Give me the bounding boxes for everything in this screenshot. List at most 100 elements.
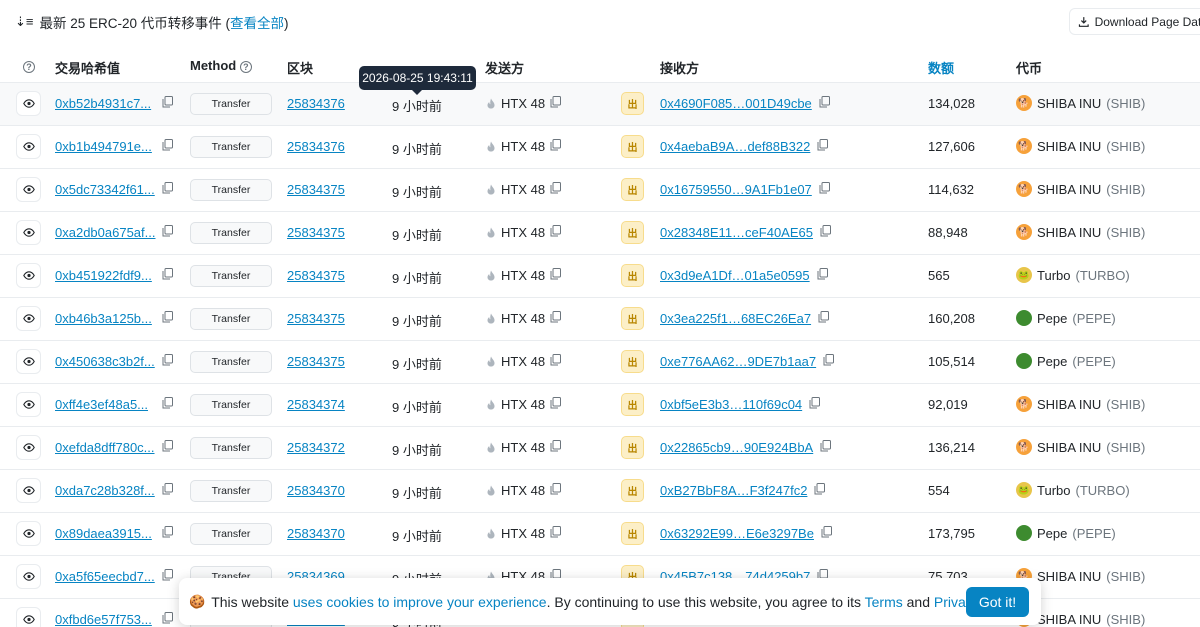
to-address-link[interactable]: 0x22865cb9…90E924BbA xyxy=(660,440,813,455)
tx-hash-link[interactable]: 0xb52b4931c7... xyxy=(55,96,151,111)
age-text[interactable]: 9 小时前 xyxy=(392,139,442,158)
view-details-icon[interactable] xyxy=(16,91,41,116)
from-address[interactable]: HTX 48 xyxy=(501,139,545,154)
from-address[interactable]: HTX 48 xyxy=(501,268,545,283)
copy-icon[interactable] xyxy=(162,225,173,237)
view-details-icon[interactable] xyxy=(16,478,41,503)
copy-icon[interactable] xyxy=(550,225,561,237)
token-link[interactable]: Pepe (PEPE) xyxy=(1016,310,1116,326)
view-details-icon[interactable] xyxy=(16,349,41,374)
from-address[interactable]: HTX 48 xyxy=(501,311,545,326)
download-page-data-button[interactable]: Download Page Data xyxy=(1069,8,1200,35)
token-link[interactable]: 🐕 SHIBA INU(SHIB) xyxy=(1016,224,1145,240)
copy-icon[interactable] xyxy=(820,440,831,452)
copy-icon[interactable] xyxy=(162,182,173,194)
copy-icon[interactable] xyxy=(162,268,173,280)
copy-icon[interactable] xyxy=(817,139,828,151)
token-link[interactable]: 🐕 SHIBA INU(SHIB) xyxy=(1016,95,1145,111)
copy-icon[interactable] xyxy=(821,526,832,538)
token-link[interactable]: 🐕 SHIBA INU(SHIB) xyxy=(1016,181,1145,197)
tx-hash-link[interactable]: 0xb1b494791e... xyxy=(55,139,152,154)
view-details-icon[interactable] xyxy=(16,134,41,159)
block-link[interactable]: 25834370 xyxy=(287,483,345,498)
view-details-icon[interactable] xyxy=(16,306,41,331)
to-address-link[interactable]: 0xe776AA62…9DE7b1aa7 xyxy=(660,354,816,369)
view-details-icon[interactable] xyxy=(16,564,41,589)
from-address[interactable]: HTX 48 xyxy=(501,526,545,541)
block-link[interactable]: 25834375 xyxy=(287,182,345,197)
age-text[interactable]: 9 小时前 xyxy=(392,311,442,330)
from-address[interactable]: HTX 48 xyxy=(501,225,545,240)
age-text[interactable]: 9 小时前 xyxy=(392,182,442,201)
view-details-icon[interactable] xyxy=(16,435,41,460)
from-address[interactable]: HTX 48 xyxy=(501,354,545,369)
copy-icon[interactable] xyxy=(550,139,561,151)
tx-hash-link[interactable]: 0xda7c28b328f... xyxy=(55,483,155,498)
tx-hash-link[interactable]: 0x450638c3b2f... xyxy=(55,354,155,369)
age-text[interactable]: 9 小时前 xyxy=(392,225,442,244)
view-details-icon[interactable] xyxy=(16,521,41,546)
copy-icon[interactable] xyxy=(823,354,834,366)
copy-icon[interactable] xyxy=(162,526,173,538)
tx-hash-link[interactable]: 0x89daea3915... xyxy=(55,526,152,541)
copy-icon[interactable] xyxy=(809,397,820,409)
tx-hash-link[interactable]: 0xb46b3a125b... xyxy=(55,311,152,326)
copy-icon[interactable] xyxy=(162,139,173,151)
block-link[interactable]: 25834376 xyxy=(287,96,345,111)
copy-icon[interactable] xyxy=(550,483,561,495)
block-link[interactable]: 25834375 xyxy=(287,225,345,240)
got-it-button[interactable]: Got it! xyxy=(966,587,1029,617)
to-address-link[interactable]: 0x4aebaB9A…def88B322 xyxy=(660,139,810,154)
view-details-icon[interactable] xyxy=(16,177,41,202)
copy-icon[interactable] xyxy=(162,397,173,409)
cookie-policy-link[interactable]: uses cookies to improve your experience xyxy=(293,594,547,610)
to-address-link[interactable]: 0x16759550…9A1Fb1e07 xyxy=(660,182,812,197)
tx-hash-link[interactable]: 0xb451922fdf9... xyxy=(55,268,152,283)
copy-icon[interactable] xyxy=(550,96,561,108)
copy-icon[interactable] xyxy=(162,96,173,108)
block-link[interactable]: 25834375 xyxy=(287,268,345,283)
to-address-link[interactable]: 0xbf5eE3b3…110f69c04 xyxy=(660,397,802,412)
age-text[interactable]: 9 小时前 xyxy=(392,483,442,502)
copy-icon[interactable] xyxy=(162,354,173,366)
token-link[interactable]: Pepe (PEPE) xyxy=(1016,525,1116,541)
from-address[interactable]: HTX 48 xyxy=(501,182,545,197)
column-amount[interactable]: 数额 xyxy=(928,58,954,77)
block-link[interactable]: 25834376 xyxy=(287,139,345,154)
age-text[interactable]: 9 小时前 xyxy=(392,440,442,459)
copy-icon[interactable] xyxy=(550,311,561,323)
token-link[interactable]: 🐕 SHIBA INU(SHIB) xyxy=(1016,138,1145,154)
token-link[interactable]: 🐸 Turbo (TURBO) xyxy=(1016,482,1130,498)
from-address[interactable]: HTX 48 xyxy=(501,483,545,498)
tx-hash-link[interactable]: 0x5dc73342f61... xyxy=(55,182,155,197)
copy-icon[interactable] xyxy=(817,268,828,280)
view-details-icon[interactable] xyxy=(16,392,41,417)
copy-icon[interactable] xyxy=(162,311,173,323)
copy-icon[interactable] xyxy=(819,182,830,194)
block-link[interactable]: 25834374 xyxy=(287,397,345,412)
to-address-link[interactable]: 0x28348E11…ceF40AE65 xyxy=(660,225,813,240)
age-text[interactable]: 9 小时前 xyxy=(392,268,442,287)
copy-icon[interactable] xyxy=(820,225,831,237)
from-address[interactable]: HTX 48 xyxy=(501,96,545,111)
copy-icon[interactable] xyxy=(550,526,561,538)
view-details-icon[interactable] xyxy=(16,263,41,288)
to-address-link[interactable]: 0x3d9eA1Df…01a5e0595 xyxy=(660,268,810,283)
block-link[interactable]: 25834372 xyxy=(287,440,345,455)
token-link[interactable]: 🐸 Turbo (TURBO) xyxy=(1016,267,1130,283)
view-all-link[interactable]: 查看全部 xyxy=(230,16,284,31)
copy-icon[interactable] xyxy=(550,440,561,452)
copy-icon[interactable] xyxy=(814,483,825,495)
tx-hash-link[interactable]: 0xfbd6e57f753... xyxy=(55,612,152,627)
block-link[interactable]: 25834375 xyxy=(287,311,345,326)
copy-icon[interactable] xyxy=(550,182,561,194)
copy-icon[interactable] xyxy=(162,569,173,581)
copy-icon[interactable] xyxy=(162,440,173,452)
tx-hash-link[interactable]: 0xefda8dff780c... xyxy=(55,440,155,455)
copy-icon[interactable] xyxy=(819,96,830,108)
to-address-link[interactable]: 0x63292E99…E6e3297Be xyxy=(660,526,814,541)
from-address[interactable]: HTX 48 xyxy=(501,397,545,412)
tx-hash-link[interactable]: 0xff4e3ef48a5... xyxy=(55,397,148,412)
token-link[interactable]: Pepe (PEPE) xyxy=(1016,353,1116,369)
block-link[interactable]: 25834375 xyxy=(287,354,345,369)
